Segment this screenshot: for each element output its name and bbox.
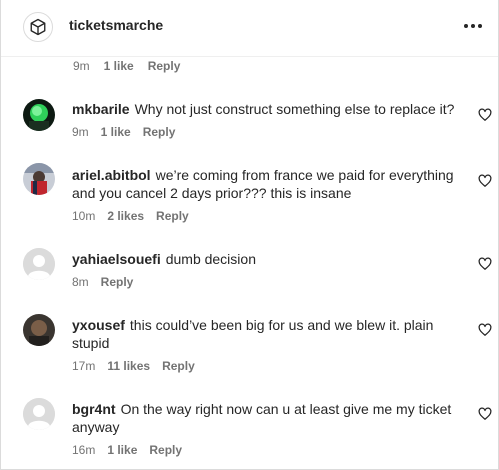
comment-body: Why not just construct something else to…: [134, 101, 455, 117]
comment-time: 9m: [73, 59, 90, 73]
reply-button[interactable]: Reply: [149, 443, 182, 457]
comment-body: dumb decision: [165, 251, 256, 267]
heart-icon[interactable]: [478, 407, 492, 421]
comment-username[interactable]: yahiaelsouefi: [72, 251, 161, 267]
heart-icon[interactable]: [478, 174, 492, 188]
heart-icon[interactable]: [478, 323, 492, 337]
comment-meta: 8m Reply: [72, 275, 133, 289]
comment-time: 9m: [72, 125, 89, 139]
comment-likes[interactable]: 2 likes: [107, 209, 144, 223]
reply-button[interactable]: Reply: [101, 275, 134, 289]
comment-text: mkbarile Why not just construct something…: [72, 100, 462, 118]
comment-text: yxousef this could’ve been big for us and…: [72, 316, 462, 352]
comment-item: yahiaelsouefi dumb decision 8m Reply: [1, 247, 498, 289]
comment-meta: 10m 2 likes Reply: [72, 209, 189, 223]
comment-text: bgr4nt On the way right now can u at leas…: [72, 400, 462, 436]
comment-username[interactable]: ariel.abitbol: [72, 167, 151, 183]
comment-username[interactable]: bgr4nt: [72, 401, 116, 417]
comment-time: 17m: [72, 359, 96, 373]
comment-meta: 16m 1 like Reply: [72, 443, 182, 457]
comment-body: On the way right now can u at least give…: [72, 401, 452, 435]
avatar[interactable]: [23, 99, 55, 131]
comment-likes[interactable]: 11 likes: [107, 359, 150, 373]
reply-button[interactable]: Reply: [162, 359, 195, 373]
comment-body: this could’ve been big for us and we ble…: [72, 317, 434, 351]
comment-text: ariel.abitbol we’re coming from france we…: [72, 166, 462, 202]
comment-likes[interactable]: 1 like: [101, 125, 131, 139]
comment-meta: 17m 11 likes Reply: [72, 359, 195, 373]
comment-text: yahiaelsouefi dumb decision: [72, 250, 462, 268]
comment-username[interactable]: yxousef: [72, 317, 125, 333]
comment-likes[interactable]: 1 like: [107, 443, 137, 457]
post-header: ticketsmarche: [1, 0, 498, 57]
reply-button[interactable]: Reply: [148, 59, 181, 73]
default-avatar-icon[interactable]: [23, 398, 55, 430]
account-avatar[interactable]: [23, 12, 53, 42]
reply-button[interactable]: Reply: [143, 125, 176, 139]
more-horizontal-icon[interactable]: [461, 14, 485, 38]
comment-meta: 9m 1 like Reply: [73, 59, 180, 73]
comment-time: 10m: [72, 209, 96, 223]
account-name[interactable]: ticketsmarche: [69, 17, 163, 33]
default-avatar-icon[interactable]: [23, 248, 55, 280]
comment-username[interactable]: mkbarile: [72, 101, 130, 117]
cube-logo-icon: [30, 18, 46, 36]
reply-button[interactable]: Reply: [156, 209, 189, 223]
comment-time: 16m: [72, 443, 96, 457]
avatar[interactable]: [23, 314, 55, 346]
comment-meta: 9m 1 like Reply: [72, 125, 175, 139]
comment-likes[interactable]: 1 like: [104, 59, 134, 73]
comment-time: 8m: [72, 275, 89, 289]
avatar[interactable]: [23, 163, 55, 195]
comment-item: bgr4nt On the way right now can u at leas…: [1, 397, 498, 457]
heart-icon[interactable]: [478, 108, 492, 122]
comments-panel: ticketsmarche 9m 1 like Reply mkbarile Wh…: [0, 0, 499, 470]
heart-icon[interactable]: [478, 257, 492, 271]
